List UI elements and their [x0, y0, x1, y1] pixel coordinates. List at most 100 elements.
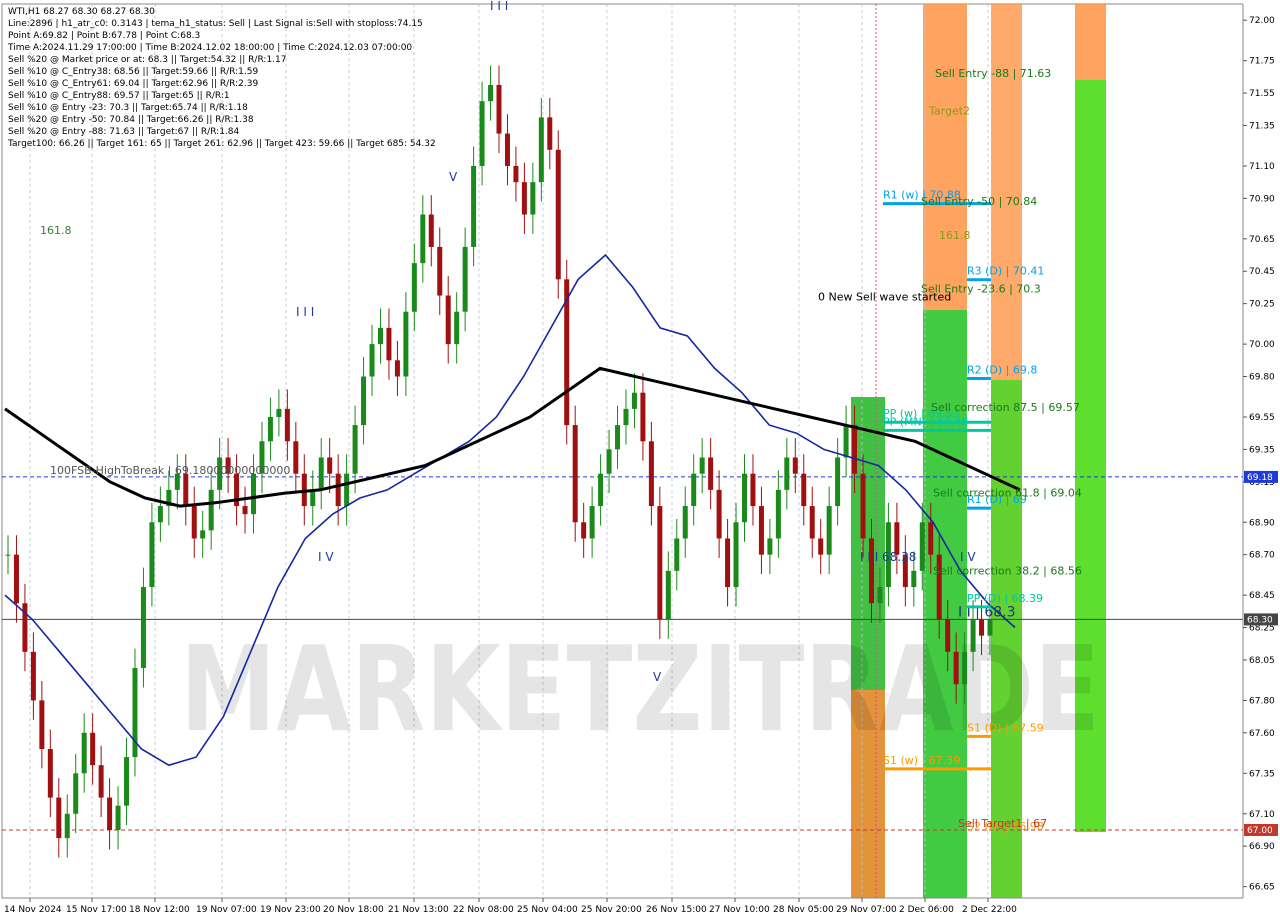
y-tick-label-12: 69.35: [1249, 445, 1275, 455]
candle-body-89: [758, 506, 764, 555]
x-tick-label-11: 27 Nov 10:00: [709, 905, 770, 915]
x-tick-label-5: 20 Nov 18:00: [323, 905, 384, 915]
candle-body-47: [403, 311, 409, 377]
candle-body-113: [962, 651, 968, 685]
candle-body-3: [30, 651, 36, 701]
candle-body-78: [665, 570, 671, 620]
wave-label-2: I V: [318, 550, 334, 564]
level-label-19: S1 (w) | 67.39: [883, 754, 960, 767]
y-tick-label-3: 71.35: [1249, 121, 1275, 131]
candle-body-74: [631, 392, 637, 409]
info-line-7: Sell %10 @ C_Entry88: 69.57 || Target:65…: [8, 91, 230, 101]
candle-body-58: [496, 84, 502, 134]
x-tick-label-10: 26 Nov 15:00: [646, 905, 707, 915]
wave-label-5: V: [653, 670, 662, 684]
wave-label-6: I V: [960, 550, 976, 564]
candle-body-50: [428, 214, 434, 247]
info-line-1: Line:2896 | h1_atr_c0: 0.3143 | tema_h1_…: [8, 19, 423, 29]
level-label-21: Sell Target1 | 67: [958, 817, 1047, 830]
y-tick-label-8: 70.25: [1249, 300, 1275, 310]
info-line-9: Sell %20 @ Entry -50: 70.84 || Target:66…: [8, 115, 254, 125]
level-label-5: R3 (D) | 70.41: [967, 265, 1044, 278]
y-tick-label-19: 67.80: [1249, 696, 1275, 706]
candle-body-13: [115, 805, 121, 830]
candle-body-37: [318, 457, 324, 490]
candle-body-94: [801, 473, 807, 507]
level-label-14: Sell correction 61.8 | 69.04: [933, 487, 1082, 500]
candle-body-12: [107, 797, 113, 830]
candle-body-60: [513, 165, 519, 183]
candle-body-80: [682, 506, 688, 539]
candle-body-103: [877, 587, 883, 604]
candle-body-42: [361, 376, 367, 426]
candle-body-11: [98, 765, 104, 798]
candle-body-56: [479, 101, 485, 166]
y-tick-label-10: 69.80: [1249, 373, 1275, 383]
candle-body-96: [818, 538, 824, 555]
info-line-3: Time A:2024.11.29 17:00:00 | Time B:2024…: [7, 43, 412, 53]
candle-body-24: [208, 489, 214, 531]
y-tick-label-21: 67.35: [1249, 769, 1275, 779]
candle-body-40: [344, 473, 350, 507]
price-tag-2: 67.00: [1247, 826, 1273, 836]
candle-body-32: [276, 408, 282, 417]
candle-body-107: [911, 570, 917, 588]
y-tick-label-9: 70.00: [1249, 340, 1275, 350]
x-tick-label-9: 25 Nov 20:00: [581, 905, 642, 915]
y-tick-label-16: 68.45: [1249, 591, 1275, 601]
candle-body-59: [504, 133, 510, 166]
info-line-0: WTI,H1 68.27 68.30 68.27 68.30: [8, 7, 155, 17]
info-line-6: Sell %10 @ C_Entry61: 69.04 || Target:62…: [8, 79, 258, 89]
info-line-11: Target100: 66.26 || Target 161: 65 || Ta…: [7, 139, 436, 149]
signal-zone-2: [923, 4, 967, 310]
price-chart[interactable]: MARKETZITRADE Sell Entry -88 | 71.63 Targ…: [0, 0, 1280, 920]
candle-body-41: [352, 425, 358, 474]
candle-body-93: [792, 457, 798, 474]
y-tick-label-11: 69.55: [1249, 413, 1275, 423]
x-tick-label-3: 19 Nov 07:00: [196, 905, 257, 915]
info-line-4: Sell %20 @ Market price or at: 68.3 || T…: [8, 55, 287, 65]
candle-body-8: [73, 773, 79, 814]
candle-body-73: [623, 408, 629, 426]
candle-body-63: [538, 117, 544, 183]
candle-body-79: [674, 538, 680, 571]
level-label-4: 161.8: [939, 229, 971, 242]
candle-body-14: [124, 757, 130, 806]
candle-body-72: [615, 425, 621, 450]
candle-body-65: [555, 149, 561, 280]
y-axis: 72.00 71.75 71.55 71.35 71.10 70.90 70.65 70.45…: [1242, 0, 1280, 920]
y-axis-bg: [1243, 0, 1280, 920]
y-tick-label-18: 68.05: [1249, 656, 1275, 666]
x-tick-label-0: 14 Nov 2024: [4, 905, 62, 915]
x-tick-label-2: 18 Nov 12:00: [129, 905, 190, 915]
candle-body-69: [589, 506, 595, 539]
signal-zone-6: [1075, 4, 1106, 80]
price-tag-0: 69.18: [1247, 473, 1273, 483]
candle-body-53: [454, 311, 460, 345]
candle-body-70: [598, 473, 604, 507]
candle-body-82: [699, 457, 705, 474]
candle-body-33: [284, 408, 290, 442]
candle-body-0: [5, 554, 11, 556]
candle-body-111: [945, 619, 951, 652]
wave-label-1: I I I: [296, 305, 314, 319]
candle-body-85: [725, 538, 731, 588]
candle-body-99: [843, 425, 849, 458]
level-label-12: 100FSB-HighToBreak | 69.18000000000000: [50, 464, 290, 477]
x-tick-label-4: 19 Nov 23:00: [260, 905, 321, 915]
watermark-text: MARKETZITRADE: [180, 620, 1100, 758]
x-axis: 14 Nov 2024 15 Nov 17:00 18 Nov 12:00 19 No…: [2, 897, 1243, 915]
y-tick-label-15: 68.70: [1249, 551, 1275, 561]
candle-body-112: [953, 651, 959, 685]
candle-body-97: [826, 506, 832, 555]
level-label-10: PP (MN) | 69.48: [883, 415, 968, 428]
candle-body-36: [310, 489, 316, 507]
candle-body-77: [657, 506, 663, 620]
candle-body-28: [242, 506, 248, 515]
candle-body-29: [251, 473, 256, 515]
x-tick-label-14: 2 Dec 06:00: [899, 905, 954, 915]
x-tick-label-7: 22 Nov 08:00: [453, 905, 514, 915]
candle-body-6: [56, 797, 62, 839]
y-tick-label-5: 70.90: [1249, 194, 1275, 204]
candle-body-92: [784, 457, 790, 490]
